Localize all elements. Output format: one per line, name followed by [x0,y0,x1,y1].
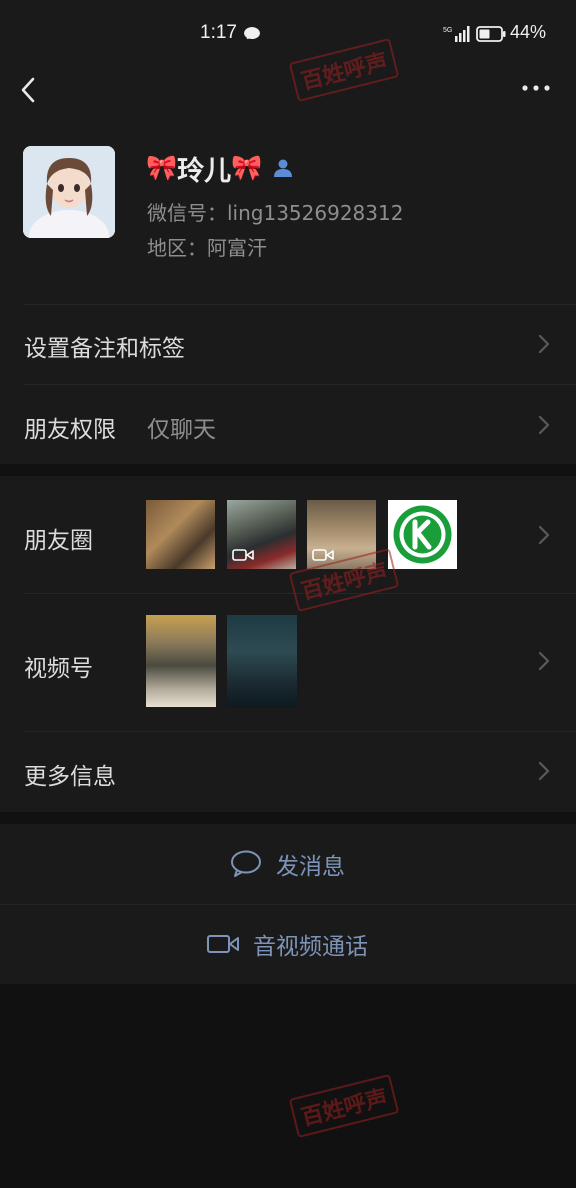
channels-row[interactable]: 视频号 [0,593,576,731]
watermark-stamp: 百姓呼声 [288,1074,400,1138]
video-call-icon [207,935,239,953]
channels-video-thumbnail[interactable] [146,615,216,707]
nickname: 玲儿 [177,155,232,187]
wechat-id: 微信号：ling13526928312 [147,201,404,225]
bow-emoji: 🎀 [146,153,178,182]
moments-logo-thumbnail[interactable] [388,500,457,569]
av-call-content: 音视频通话 [207,904,368,984]
channels-video-thumbnail[interactable] [227,615,297,707]
send-message-label: 发消息 [276,854,345,880]
divider [24,304,576,305]
moments-video-thumbnail[interactable] [227,500,296,569]
av-call-label: 音视频通话 [253,934,368,960]
set-remark-tags-label: 设置备注和标签 [24,336,185,362]
channels-label: 视频号 [24,656,93,682]
bow-emoji: 🎀 [231,153,263,182]
k-logo-icon [393,505,452,564]
send-message-content: 发消息 [230,824,345,904]
person-icon [274,159,293,177]
moments-thumbnail[interactable] [146,500,215,569]
signal-icon: 5G [443,26,470,42]
moments-label: 朋友圈 [24,528,93,554]
set-remark-tags-row[interactable]: 设置备注和标签 [0,304,576,384]
send-message-button[interactable]: 发消息 [0,824,576,904]
friend-permission-value: 仅聊天 [147,417,216,443]
avatar-illustration [23,146,115,238]
chat-bubble-icon [231,850,261,877]
nickname-row: 🎀 玲儿 🎀 [146,150,294,187]
region: 地区：阿富汗 [147,236,267,260]
friend-permission-row[interactable]: 朋友权限 仅聊天 [0,384,576,464]
status-time: 1:17 [200,22,237,43]
chevron-right-icon [538,651,550,671]
status-bar: 1:17 5G 44% [0,0,576,66]
video-icon [312,549,334,561]
av-call-button[interactable]: 音视频通话 [0,904,576,984]
message-notification-icon [244,27,260,40]
moments-row[interactable]: 朋友圈 [0,476,576,593]
top-nav [0,66,576,126]
profile-card: 🎀 玲儿 🎀 微信号：ling13526928312 地区：阿富汗 [0,126,576,304]
avatar[interactable] [23,146,115,238]
chevron-right-icon [538,334,550,354]
divider [24,731,576,732]
more-info-row[interactable]: 更多信息 [0,731,576,812]
divider [24,384,576,385]
friend-permission-label: 朋友权限 [24,417,116,443]
more-options-icon[interactable] [518,76,554,100]
chevron-right-icon [538,415,550,435]
chevron-right-icon [538,525,550,545]
video-icon [232,549,254,561]
more-info-label: 更多信息 [24,764,116,790]
svg-text:5G: 5G [443,27,452,34]
back-icon[interactable] [14,74,46,106]
chevron-right-icon [538,761,550,781]
battery-icon [476,26,506,42]
battery-percent: 44% [510,22,547,42]
